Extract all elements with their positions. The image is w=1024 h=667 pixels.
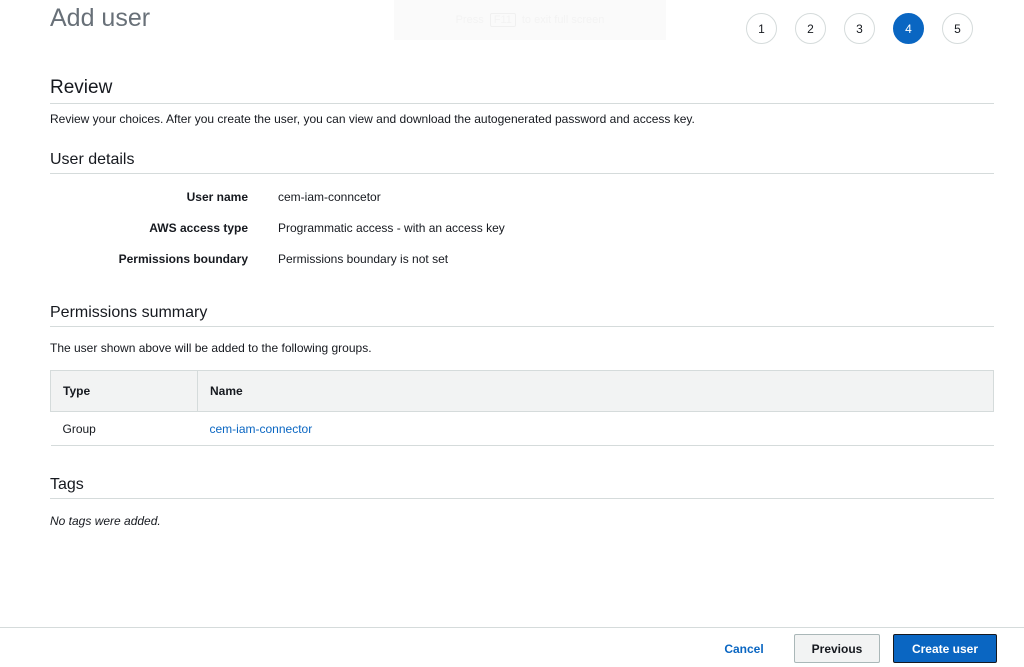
step-1[interactable]: 1 [746, 13, 777, 44]
table-row: Group cem-iam-connector [50, 411, 994, 446]
detail-label: AWS access type [149, 220, 248, 235]
review-heading: Review [50, 77, 994, 104]
detail-value: Programmatic access - with an access key [278, 220, 505, 235]
detail-value: Permissions boundary is not set [278, 251, 449, 266]
cancel-button[interactable]: Cancel [712, 634, 776, 663]
review-description: Review your choices. After you create th… [50, 112, 695, 126]
step-3[interactable]: 3 [844, 13, 875, 44]
permissions-summary-section: Permissions summary The user shown above… [50, 304, 994, 355]
fullscreen-hint: Press F11 to exit full screen [394, 0, 666, 40]
user-details-section: User details [50, 151, 994, 174]
cell-name: cem-iam-connector [197, 411, 994, 446]
page-title: Add user [50, 4, 151, 32]
user-details-heading: User details [50, 151, 994, 174]
review-section: Review Review your choices. After you cr… [50, 77, 994, 126]
cell-type: Group [50, 411, 198, 446]
detail-row-user-name: User name cem-iam-conncetor [50, 181, 650, 212]
detail-row-permissions-boundary: Permissions boundary Permissions boundar… [50, 243, 650, 274]
detail-label: Permissions boundary [118, 251, 248, 266]
previous-button[interactable]: Previous [794, 634, 880, 663]
groups-table: Type Name Group cem-iam-connector [50, 370, 994, 446]
create-user-button[interactable]: Create user [893, 634, 997, 663]
user-details-list: User name cem-iam-conncetor AWS access t… [50, 181, 650, 274]
step-5: 5 [942, 13, 973, 44]
column-header-name[interactable]: Name [197, 370, 994, 412]
detail-label: User name [186, 189, 248, 204]
fullscreen-hint-key: F11 [489, 13, 516, 27]
fullscreen-hint-post: to exit full screen [521, 14, 605, 26]
fullscreen-hint-pre: Press [455, 14, 484, 26]
table-header-row: Type Name [50, 370, 994, 412]
column-header-type[interactable]: Type [50, 370, 198, 412]
tags-heading: Tags [50, 476, 994, 499]
group-link[interactable]: cem-iam-connector [210, 422, 313, 436]
step-2[interactable]: 2 [795, 13, 826, 44]
detail-row-access-type: AWS access type Programmatic access - wi… [50, 212, 650, 243]
permissions-description: The user shown above will be added to th… [50, 341, 372, 355]
permissions-summary-heading: Permissions summary [50, 304, 994, 327]
wizard-steps: 1 2 3 4 5 [746, 13, 973, 44]
no-tags-message: No tags were added. [50, 514, 161, 528]
step-4-active: 4 [893, 13, 924, 44]
detail-value: cem-iam-conncetor [278, 189, 381, 204]
wizard-footer: Cancel Previous Create user [0, 627, 1024, 667]
tags-section: Tags [50, 476, 994, 499]
